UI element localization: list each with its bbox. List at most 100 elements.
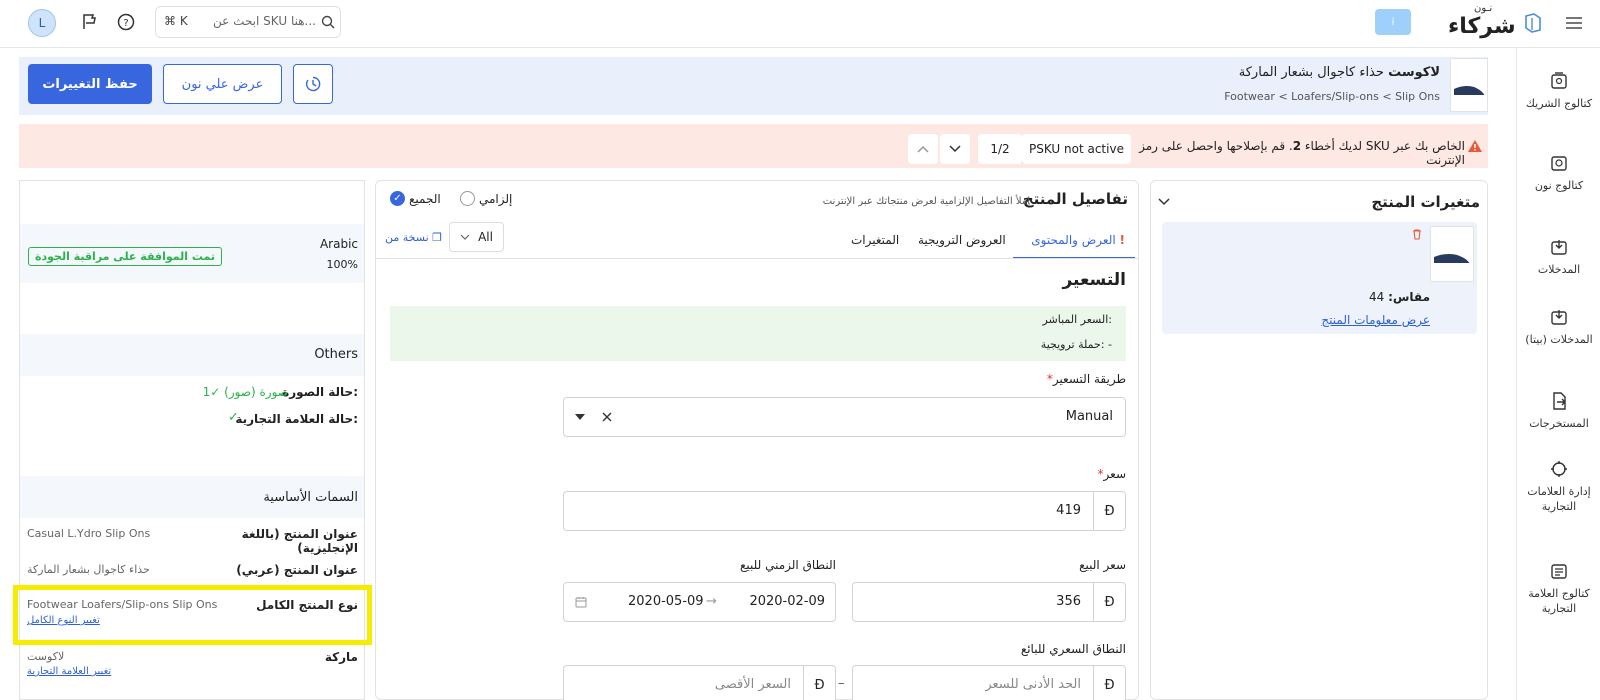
- price-input[interactable]: 419 Đ: [563, 491, 1126, 531]
- nav-partner-catalog[interactable]: كتالوج الشريك: [1517, 70, 1600, 111]
- inbox-icon: [1548, 306, 1570, 328]
- nav-label: المدخلات: [1537, 263, 1581, 276]
- nav-label: كتالوج العلامة التجارية: [1528, 587, 1590, 615]
- core-attributes-label: السمات الأساسية: [263, 490, 358, 505]
- history-button[interactable]: [293, 64, 333, 104]
- nav-outputs[interactable]: المستخرجات: [1517, 390, 1600, 431]
- change-brand-link[interactable]: تغيير العلامة التجارية: [27, 666, 111, 677]
- tab-display-content[interactable]: العرض والمحتوى !: [1013, 233, 1135, 259]
- pricing-method-label: *طريقة التسعير: [1046, 372, 1126, 386]
- export-icon: [1548, 390, 1570, 412]
- brand-icon: [1548, 458, 1570, 480]
- filter-select[interactable]: All: [449, 222, 504, 252]
- partners-logo[interactable]: نـون شركاء: [1448, 3, 1548, 40]
- chevron-down-icon: [460, 234, 470, 240]
- save-changes-button[interactable]: حفظ التغييرات: [28, 64, 152, 104]
- flag-icon[interactable]: [80, 12, 100, 32]
- campaign-label: حملة ترويجية: -: [1040, 338, 1112, 351]
- shortcut-hint: ⌘ K: [164, 14, 188, 28]
- notification-button[interactable]: i: [1375, 9, 1411, 35]
- min-price-input[interactable]: الحد الأدنى للسعر Đ: [852, 665, 1126, 700]
- variant-size-value: 44: [1368, 290, 1385, 304]
- check-icon: ✓: [228, 410, 239, 425]
- catalog-icon: [1548, 560, 1570, 582]
- currency-icon: Đ: [1093, 492, 1125, 530]
- view-product-info-link[interactable]: عرض معلومات المنتج: [1240, 313, 1430, 327]
- currency-icon: Đ: [1093, 666, 1125, 700]
- date-to: 2020-05-09: [628, 594, 704, 609]
- nav-label: إدارة العلامات التجارية: [1527, 485, 1591, 513]
- nav-brand-catalog[interactable]: كتالوج العلامة التجارية: [1517, 560, 1600, 616]
- caret-down-icon[interactable]: [574, 411, 586, 423]
- help-icon[interactable]: ?: [116, 12, 136, 32]
- tab-variants[interactable]: المتغيرات: [851, 233, 899, 247]
- search-input[interactable]: ⌘ K ابحث عن SKU هنا...: [155, 6, 341, 38]
- tab-promotions[interactable]: العروض الترويجية: [918, 233, 1006, 247]
- price-label: *سعر: [1097, 467, 1126, 481]
- arrow-right-icon: →: [706, 594, 717, 609]
- product-thumbnail: [1450, 58, 1488, 112]
- variant-size-label: مقاس:: [1388, 290, 1430, 304]
- warning-icon: [1466, 137, 1484, 155]
- qc-approved-badge: تمت الموافقة على مراقبة الجودة: [28, 247, 222, 266]
- currency-icon: Đ: [803, 666, 835, 700]
- chevron-up-icon: [917, 145, 929, 153]
- max-price-placeholder: السعر الأقصى: [714, 677, 791, 692]
- filter-value: All: [478, 230, 493, 244]
- menu-icon[interactable]: [1563, 12, 1585, 34]
- language-label: Arabic: [319, 237, 358, 251]
- product-brand: لاكوست: [1388, 65, 1440, 80]
- next-error-button[interactable]: [940, 134, 970, 164]
- search-placeholder: ابحث عن SKU هنا...: [213, 14, 316, 28]
- attr-value: لاكوست: [27, 650, 65, 663]
- nav-inputs[interactable]: المدخلات: [1517, 236, 1600, 277]
- search-icon: [320, 14, 336, 30]
- error-suffix: . قم بإصلاحها واحصل على رمز SKU الخاص بك…: [1139, 139, 1465, 167]
- delete-icon[interactable]: [1410, 227, 1424, 241]
- nav-label: المستخرجات: [1529, 417, 1589, 430]
- attr-label: عنوان المنتج (عربي): [236, 563, 358, 577]
- radio-required[interactable]: إلزامي: [460, 191, 512, 206]
- error-count: 2: [1292, 139, 1302, 153]
- date-from: 2020-02-09: [749, 594, 825, 609]
- radio-all[interactable]: ✓ الجميع: [390, 191, 441, 206]
- sale-date-range[interactable]: 2020-02-09 → 2020-05-09: [563, 582, 836, 622]
- avatar-letter: L: [38, 16, 46, 30]
- label-text: سعر: [1103, 467, 1126, 481]
- error-pager: 1/2: [978, 134, 1022, 164]
- calendar-icon: [574, 595, 588, 609]
- attr-value: Casual L.Ydro Slip Ons: [27, 527, 151, 540]
- nav-brand-management[interactable]: إدارة العلامات التجارية: [1517, 458, 1600, 514]
- history-icon: [304, 75, 322, 93]
- view-on-noon-button[interactable]: عرض علي نون: [163, 64, 282, 104]
- seller-range-label: النطاق السعري للبائع: [1020, 642, 1126, 656]
- sale-price-value: 356: [1056, 594, 1081, 609]
- nav-noon-catalog[interactable]: كتالوج نون: [1517, 152, 1600, 193]
- tab-divider: [376, 258, 1138, 259]
- svg-text:?: ?: [123, 18, 128, 29]
- attr-label: عنوان المنتج (باللغة الإنجليزية): [241, 527, 358, 555]
- language-percent: 100%: [326, 258, 358, 271]
- currency-icon: Đ: [1093, 583, 1125, 621]
- max-price-input[interactable]: السعر الأقصى Đ: [563, 665, 836, 700]
- clear-icon[interactable]: [600, 410, 614, 424]
- prev-error-button[interactable]: [908, 134, 938, 164]
- details-subtitle: املأ التفاصيل الإلزامية لعرض منتجاتك عبر…: [822, 196, 1030, 207]
- radio-circle: [460, 191, 475, 206]
- sale-price-label: سعر البيع: [1079, 558, 1126, 572]
- pricing-title: التسعير: [1062, 270, 1126, 290]
- nav-label: كتالوج الشريك: [1525, 97, 1593, 110]
- sale-price-input[interactable]: 356 Đ: [852, 582, 1126, 622]
- catalog-icon: [1548, 152, 1570, 174]
- attr-value: حذاء كاجوال بشعار الماركة: [27, 563, 150, 576]
- radio-label: إلزامي: [479, 191, 513, 206]
- variants-title: متغيرات المنتج: [1371, 193, 1480, 211]
- chevron-down-icon[interactable]: [1157, 195, 1171, 209]
- logo-icon: [1521, 11, 1545, 35]
- pricing-method-select[interactable]: Manual: [563, 397, 1126, 437]
- avatar[interactable]: L: [28, 9, 56, 37]
- nav-inputs-beta[interactable]: المدخلات (بيتا): [1517, 306, 1600, 347]
- inbox-icon: [1548, 236, 1570, 258]
- product-name: حذاء كاجوال بشعار الماركة: [1238, 65, 1384, 80]
- copy-from-link[interactable]: نسخة من ❐: [385, 231, 442, 244]
